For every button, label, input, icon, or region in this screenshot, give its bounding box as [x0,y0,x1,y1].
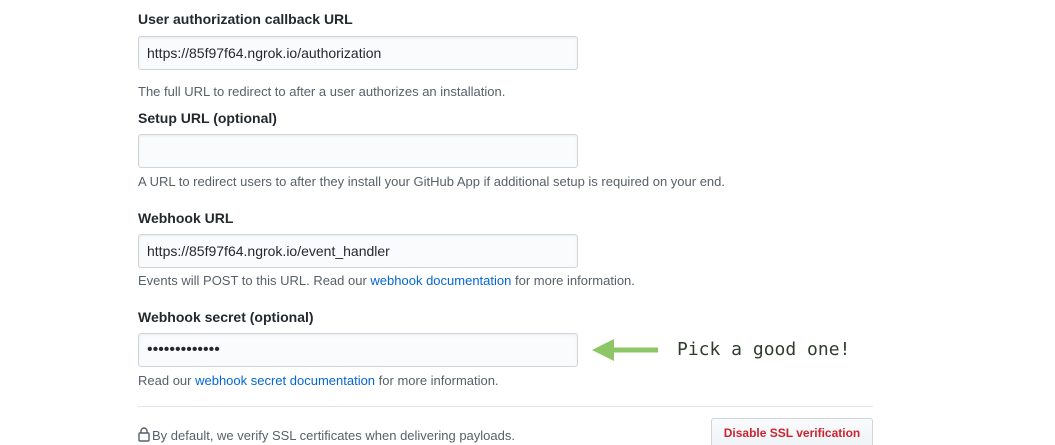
webhook-url-group: Webhook URL https://85f97f64.ngrok.io/ev… [138,209,878,288]
github-app-settings-form: User authorization callback URL https://… [0,0,1055,445]
ssl-note-text: By default, we verify SSL certificates w… [152,428,515,443]
left-arrow-icon [592,339,658,361]
webhook-secret-input[interactable]: ••••••••••••• [138,333,578,367]
setup-url-group: Setup URL (optional) A URL to redirect u… [138,109,878,189]
secret-note-suffix: for more information. [375,373,499,388]
secret-note-prefix: Read our [138,373,196,388]
webhook-secret-documentation-link[interactable]: webhook secret documentation [195,373,375,388]
callback-url-input[interactable]: https://85f97f64.ngrok.io/authorization [138,36,578,70]
webhook-url-label: Webhook URL [138,210,234,226]
webhook-documentation-link[interactable]: webhook documentation [370,273,511,288]
webhook-note-suffix: for more information. [511,273,635,288]
webhook-secret-group: Webhook secret (optional) ••••••••••••• … [138,308,878,388]
webhook-secret-label: Webhook secret (optional) [138,309,314,325]
webhook-url-input[interactable]: https://85f97f64.ngrok.io/event_handler [138,234,578,268]
ssl-note: By default, we verify SSL certificates w… [138,427,515,444]
setup-url-input[interactable] [138,134,578,168]
disable-ssl-verification-button[interactable]: Disable SSL verification [711,418,873,445]
callback-url-label: User authorization callback URL [138,11,353,27]
callback-url-group: User authorization callback URL https://… [138,10,878,99]
setup-url-note: A URL to redirect users to after they in… [138,174,725,189]
annotation-text: Pick a good one! [677,339,851,360]
webhook-note-prefix: Events will POST to this URL. Read our [138,273,371,288]
lock-icon [138,427,150,442]
setup-url-label: Setup URL (optional) [138,110,277,126]
section-divider [138,406,873,407]
webhook-url-note: Events will POST to this URL. Read our w… [138,273,635,289]
webhook-secret-note: Read our webhook secret documentation fo… [138,373,499,389]
callback-url-note: The full URL to redirect to after a user… [138,84,506,99]
